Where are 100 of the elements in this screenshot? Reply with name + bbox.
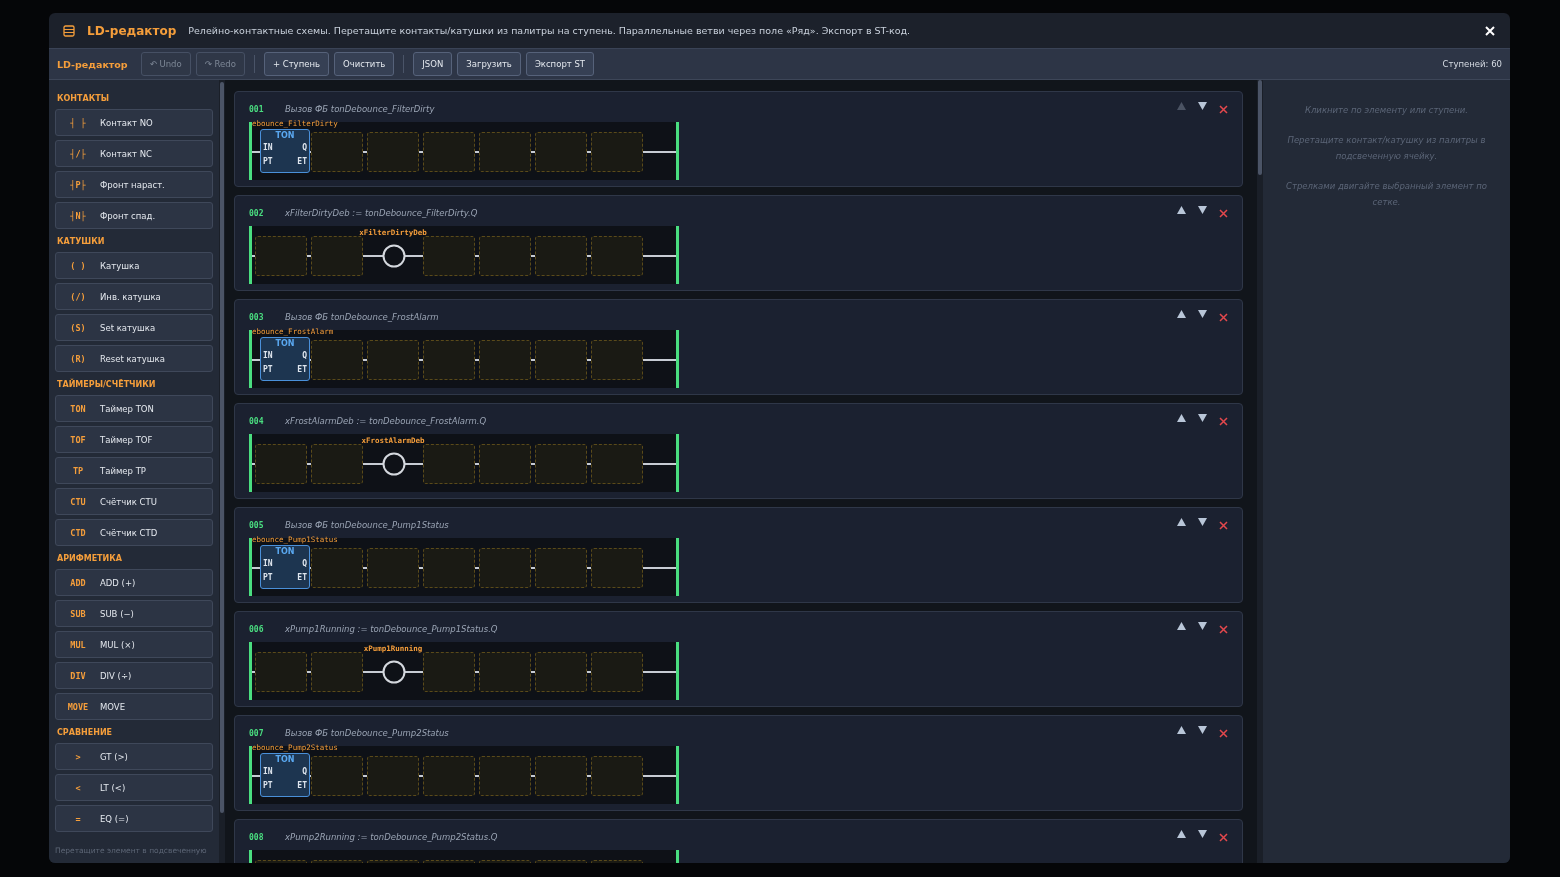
palette-item[interactable]: MUL MUL (×) [55,631,213,658]
function-block[interactable]: TON IN PT Q ET [260,753,310,797]
empty-cell[interactable] [591,444,643,484]
palette-item[interactable]: DIV DIV (÷) [55,662,213,689]
empty-cell[interactable] [591,548,643,588]
rung-comment: xPump2Running := tonDebounce_Pump2Status.Q [285,832,499,842]
empty-cell[interactable] [479,340,531,380]
rung-comment: Вызов ФБ tonDebounce_FrostAlarm [285,312,440,322]
coil-icon[interactable] [382,660,406,684]
delete-icon[interactable] [1219,416,1228,426]
function-block[interactable]: TON IN PT Q ET [260,337,310,381]
empty-cell[interactable] [591,652,643,692]
scrollbar-thumb[interactable] [220,82,224,813]
empty-cell[interactable] [591,756,643,796]
function-block[interactable]: TON IN PT Q ET [260,129,310,173]
delete-icon[interactable] [1219,104,1228,114]
palette-group-title: КОНТАКТЫ [57,94,110,103]
empty-cell[interactable] [367,548,419,588]
triangle-up-icon [1177,622,1186,630]
triangle-up-icon [1177,414,1186,422]
delete-icon[interactable] [1219,624,1228,634]
palette-group-title: АРИФМЕТИКА [57,554,123,563]
coil-icon[interactable] [382,452,406,476]
empty-cell[interactable] [535,236,587,276]
palette-item[interactable]: CTU Счётчик CTU [55,488,213,515]
empty-cell[interactable] [311,132,363,172]
palette-item[interactable]: ( ) Катушка [55,252,213,279]
rung-comment: xPump1Running := tonDebounce_Pump1Status.Q [285,624,499,634]
delete-icon[interactable] [1219,312,1228,322]
function-block[interactable]: TON IN PT Q ET [260,545,310,589]
empty-cell[interactable] [479,756,531,796]
triangle-up-icon [1177,206,1186,214]
empty-cell[interactable] [367,340,419,380]
empty-cell[interactable] [255,236,307,276]
rung-comment: xFrostAlarmDeb := tonDebounce_FrostAlarm.Q [285,416,488,426]
toolbar-button[interactable]: JSON [413,52,453,76]
empty-cell[interactable] [479,652,531,692]
empty-cell[interactable] [591,236,643,276]
palette-item[interactable]: ┤N├ Фронт спад. [55,202,213,229]
empty-cell[interactable] [311,548,363,588]
delete-icon[interactable] [1219,728,1228,738]
toolbar-button[interactable]: + Ступень [263,52,329,76]
delete-icon[interactable] [1219,208,1228,218]
empty-cell[interactable] [423,340,475,380]
empty-cell[interactable] [367,132,419,172]
palette-item[interactable]: ┤ ├ Контакт NO [55,109,213,136]
rung-card[interactable]: 008 xPump2Running := tonDebounce_Pump2Status.Q [234,819,1243,863]
toolbar-button[interactable]: Очистить [334,52,395,76]
empty-cell[interactable] [591,340,643,380]
empty-cell[interactable] [479,132,531,172]
empty-cell[interactable] [535,132,587,172]
empty-cell[interactable] [535,652,587,692]
palette-item[interactable]: (/) Инв. катушка [55,283,213,310]
delete-icon[interactable] [1219,832,1228,842]
palette-item[interactable]: TP Таймер TP [55,457,213,484]
empty-cell[interactable] [423,756,475,796]
empty-cell[interactable] [311,652,363,692]
empty-cell[interactable] [423,236,475,276]
empty-cell[interactable] [591,132,643,172]
toolbar-button[interactable]: Загрузить [457,52,521,76]
empty-cell[interactable] [423,444,475,484]
empty-cell[interactable] [479,236,531,276]
close-icon[interactable] [1484,24,1496,37]
palette-item[interactable]: CTD Счётчик CTD [55,519,213,546]
empty-cell[interactable] [423,548,475,588]
palette-item[interactable]: < LT (<) [55,774,213,801]
palette-item[interactable]: (S) Set катушка [55,314,213,341]
palette-item[interactable]: ┤/├ Контакт NC [55,140,213,167]
empty-cell[interactable] [535,756,587,796]
empty-cell[interactable] [311,444,363,484]
palette-item[interactable]: (R) Reset катушка [55,345,213,372]
triangle-up-icon [1177,310,1186,318]
empty-cell[interactable] [255,444,307,484]
empty-cell[interactable] [311,236,363,276]
triangle-down-icon [1198,518,1207,526]
empty-cell[interactable] [255,652,307,692]
empty-cell[interactable] [423,132,475,172]
empty-cell[interactable] [311,340,363,380]
palette-item[interactable]: MOVE MOVE [55,693,213,720]
palette-item[interactable]: TON Таймер TON [55,395,213,422]
palette-item[interactable]: TOF Таймер TOF [55,426,213,453]
empty-cell[interactable] [535,444,587,484]
empty-cell[interactable] [535,340,587,380]
empty-cell[interactable] [367,756,419,796]
palette-item[interactable]: > GT (>) [55,743,213,770]
empty-cell[interactable] [423,652,475,692]
empty-cell[interactable] [311,756,363,796]
scrollbar-thumb[interactable] [1258,80,1262,175]
triangle-down-icon [1198,414,1207,422]
palette-item[interactable]: ┤P├ Фронт нараст. [55,171,213,198]
triangle-down-icon [1198,206,1207,214]
toolbar-button[interactable]: Экспорт ST [525,52,594,76]
delete-icon[interactable] [1219,520,1228,530]
coil-icon[interactable] [382,244,406,268]
empty-cell[interactable] [479,444,531,484]
palette-item[interactable]: = EQ (=) [55,805,213,832]
palette-item[interactable]: SUB SUB (−) [55,600,213,627]
empty-cell[interactable] [479,548,531,588]
empty-cell[interactable] [535,548,587,588]
palette-item[interactable]: ADD ADD (+) [55,569,213,596]
